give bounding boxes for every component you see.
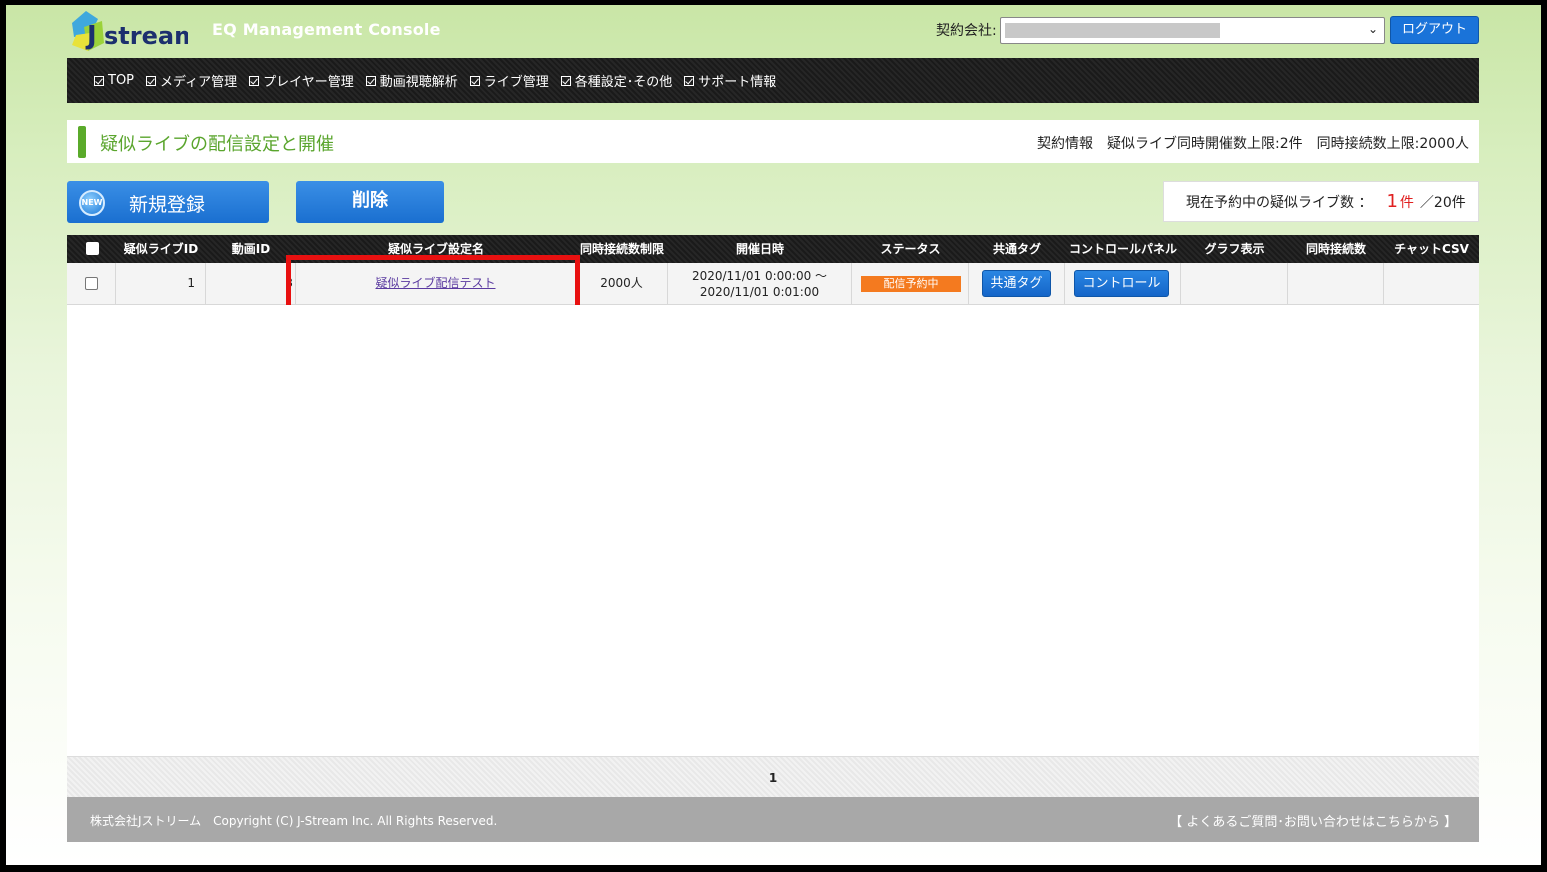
page-title: 疑似ライブの配信設定と開催: [100, 134, 334, 155]
col-control-panel: コントロールパネル: [1068, 242, 1177, 256]
checkbox-icon: [146, 75, 157, 86]
nav-item-label: メディア管理: [160, 75, 238, 90]
logout-button[interactable]: ログアウト: [1390, 16, 1479, 44]
logo-initial: J: [85, 21, 97, 51]
faq-contact-link[interactable]: 【 よくあるご質問･お問い合わせはこちらから 】: [1169, 811, 1457, 830]
row-checkbox[interactable]: [85, 277, 98, 290]
title-accent-bar: [78, 126, 86, 158]
nav-item-label: 各種設定･その他: [574, 75, 673, 90]
new-registration-button[interactable]: NEW 新規登録: [67, 181, 269, 223]
row-end-time: 2020/11/01 0:01:00: [699, 285, 820, 299]
delete-button[interactable]: 削除: [296, 181, 444, 223]
col-graph: グラフ表示: [1204, 242, 1265, 256]
contract-info: 契約情報 疑似ライブ同時開催数上限:2件 同時接続数上限:2000人: [1037, 136, 1469, 152]
company-label: 契約会社:: [936, 23, 997, 39]
new-registration-label: 新規登録: [129, 194, 206, 216]
logo-mark-icon: J stream: [72, 11, 199, 51]
footer: 株式会社Jストリーム Copyright (C) J-Stream Inc. A…: [67, 797, 1479, 842]
browser-frame: J stream EQ Management Console 契約会社: ⌄ ロ…: [6, 5, 1541, 865]
table-row: 1 3 疑似ライブ配信テスト 2000人 2020/11/01 0:00:00 …: [67, 263, 1479, 305]
reservation-count-box: 現在予約中の疑似ライブ数 ： 1 件 ／20件: [1163, 181, 1479, 222]
status-badge: 配信予約中: [861, 276, 961, 292]
reservation-count: 1: [1386, 191, 1398, 212]
common-tag-button[interactable]: 共通タグ: [982, 270, 1051, 297]
jstream-logo[interactable]: J stream: [68, 9, 199, 55]
reservation-count-unit: 件: [1399, 194, 1414, 211]
reservation-limit: ／20件: [1419, 194, 1466, 211]
row-video-id: 3: [206, 263, 296, 304]
row-datetime-cell: 2020/11/01 0:00:00 ～ 2020/11/01 0:01:00: [668, 263, 852, 304]
company-name-redacted: [1005, 23, 1220, 38]
table-header: 疑似ライブID 動画ID 疑似ライブ設定名 同時接続数制限 開催日時 ステータス…: [67, 235, 1479, 263]
row-select-cell: [67, 263, 116, 304]
col-status[interactable]: ステータス: [852, 235, 969, 263]
nav-item-media[interactable]: メディア管理: [146, 71, 237, 90]
col-connection-limit[interactable]: 同時接続数制限: [576, 235, 668, 263]
nav-item-player[interactable]: プレイヤー管理: [249, 71, 354, 90]
pagination: 1: [67, 756, 1479, 797]
checkbox-icon: [249, 75, 260, 86]
row-limit: 2000人: [576, 263, 668, 304]
row-concurrent-cell: [1288, 263, 1384, 304]
col-datetime[interactable]: 開催日時: [668, 235, 852, 263]
select-all-checkbox[interactable]: [86, 242, 99, 255]
col-live-id[interactable]: 疑似ライブID: [116, 235, 206, 263]
nav-item-top[interactable]: TOP: [94, 73, 134, 88]
checkbox-icon: [365, 75, 376, 86]
row-graph-cell: [1181, 263, 1288, 304]
checkbox-icon: [684, 75, 695, 86]
checkbox-icon: [94, 75, 104, 86]
nav-item-analytics[interactable]: 動画視聴解析: [365, 71, 458, 90]
nav-item-live[interactable]: ライブ管理: [469, 71, 549, 90]
reservation-prefix: 現在予約中の疑似ライブ数 ：: [1186, 194, 1373, 211]
row-start-time: 2020/11/01 0:00:00 ～: [691, 269, 828, 283]
nav-item-settings[interactable]: 各種設定･その他: [560, 71, 673, 90]
new-badge-icon: NEW: [79, 190, 105, 216]
checkbox-icon: [469, 75, 480, 86]
copyright-text: 株式会社Jストリーム Copyright (C) J-Stream Inc. A…: [90, 814, 498, 828]
row-chat-csv-cell: [1384, 263, 1479, 304]
checkbox-icon: [560, 75, 571, 86]
console-title: EQ Management Console: [212, 20, 441, 39]
logo-text: stream: [104, 22, 188, 50]
row-status-cell: 配信予約中: [852, 263, 969, 304]
row-control-cell: コントロール: [1065, 263, 1181, 304]
row-live-id: 1: [116, 263, 206, 304]
nav-item-label: 動画視聴解析: [379, 75, 458, 90]
col-chat-csv: チャットCSV: [1394, 242, 1469, 256]
nav-item-label: ライブ管理: [483, 75, 549, 90]
table-empty-area: [67, 305, 1479, 756]
page-number-current[interactable]: 1: [67, 771, 1479, 785]
main-nav: TOP メディア管理 プレイヤー管理 動画視聴解析 ライブ管理 各種設定･その他…: [67, 58, 1479, 103]
page-title-bar: 疑似ライブの配信設定と開催 契約情報 疑似ライブ同時開催数上限:2件 同時接続数…: [67, 120, 1479, 163]
control-panel-button[interactable]: コントロール: [1074, 270, 1169, 297]
row-tag-cell: 共通タグ: [969, 263, 1065, 304]
nav-item-label: TOP: [108, 73, 135, 88]
chevron-down-icon: ⌄: [1367, 22, 1378, 36]
col-common-tag: 共通タグ: [992, 242, 1041, 256]
nav-item-label: プレイヤー管理: [263, 75, 354, 90]
nav-item-label: サポート情報: [698, 75, 777, 90]
col-concurrent: 同時接続数: [1305, 242, 1366, 256]
nav-item-support[interactable]: サポート情報: [684, 71, 776, 90]
company-select[interactable]: ⌄: [1000, 17, 1385, 44]
col-video-id[interactable]: 動画ID: [206, 235, 296, 263]
